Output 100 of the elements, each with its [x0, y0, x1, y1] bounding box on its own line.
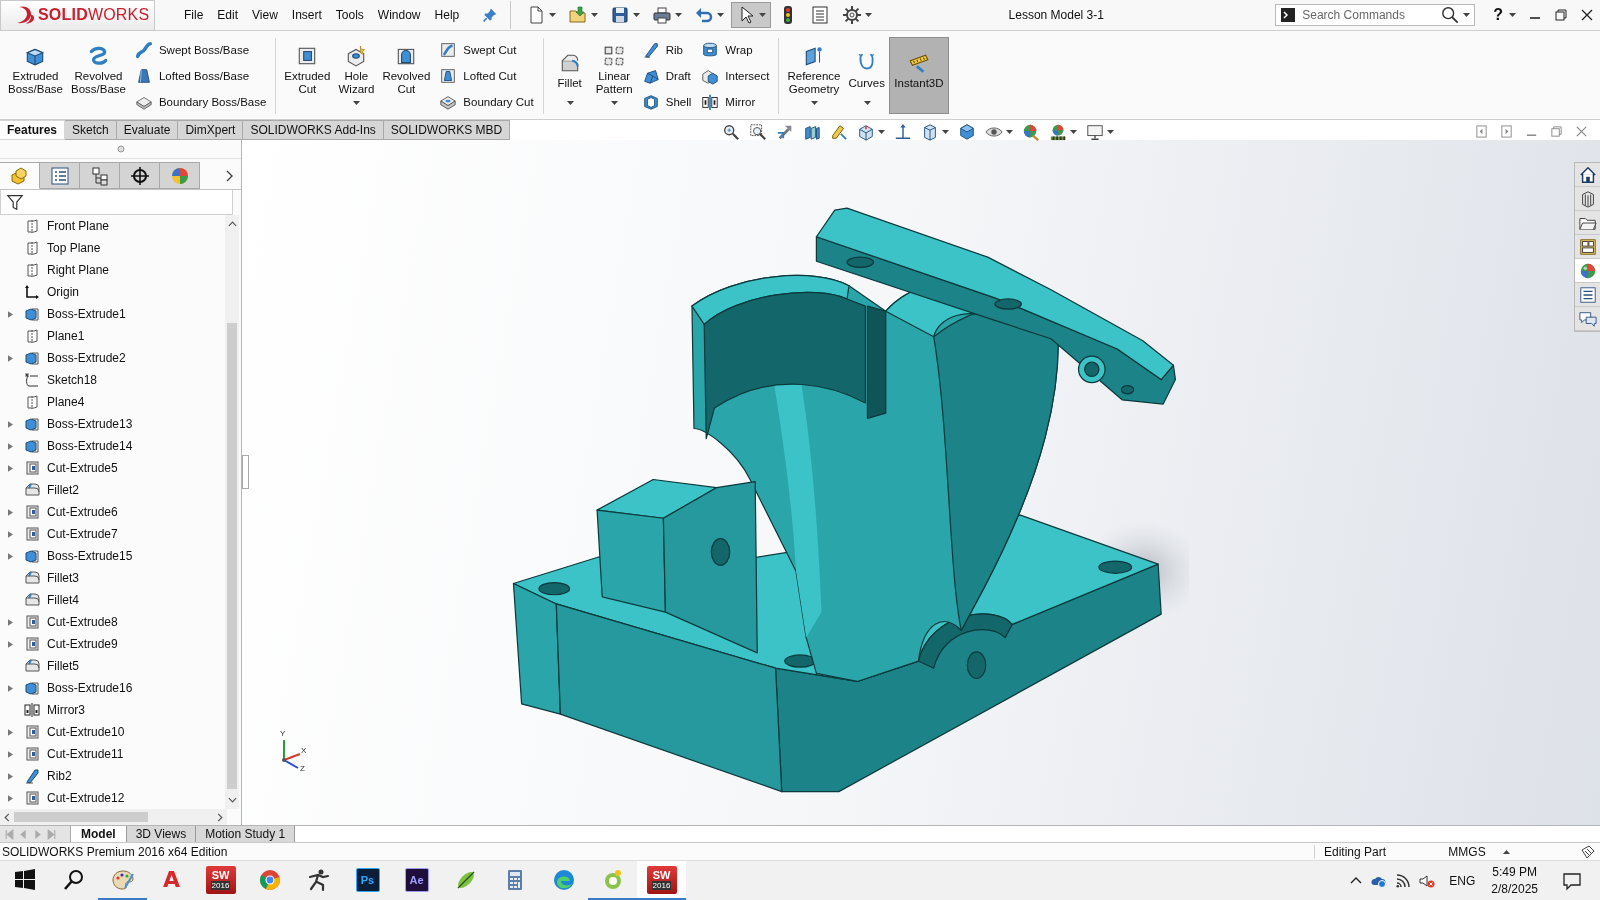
command-button[interactable]: Shell	[637, 89, 696, 115]
expand-arrow-icon[interactable]	[7, 464, 13, 472]
pin-icon[interactable]	[482, 7, 499, 23]
scene-sphere-icon[interactable]	[1049, 122, 1068, 141]
expand-arrow-icon[interactable]	[7, 684, 13, 692]
command-button[interactable]: Curves	[844, 37, 889, 114]
scrollbar-thumb[interactable]	[227, 323, 237, 789]
caret-icon[interactable]	[1463, 13, 1471, 17]
cube-icon[interactable]	[958, 122, 977, 141]
command-button[interactable]: Boundary Cut	[435, 89, 538, 115]
command-button[interactable]: Lofted Cut	[435, 63, 538, 89]
expand-arrow-icon[interactable]	[7, 618, 13, 626]
wifi-icon[interactable]	[1395, 872, 1412, 889]
zoom-fit-icon[interactable]	[722, 122, 741, 141]
muted-speaker-icon[interactable]	[1419, 872, 1436, 889]
caret-icon[interactable]	[1107, 129, 1115, 134]
tree-item[interactable]: Cut-Extrude5	[0, 457, 225, 479]
command-button[interactable]: Extruded Cut	[280, 37, 335, 114]
menu-item[interactable]: Insert	[284, 5, 329, 25]
tree-item[interactable]: Fillet3	[0, 567, 225, 589]
panel-tab[interactable]	[120, 162, 160, 189]
expand-arrow-icon[interactable]	[7, 728, 13, 736]
tree-item[interactable]: Origin	[0, 281, 225, 303]
monitor-icon[interactable]	[1086, 122, 1105, 141]
model-tab[interactable]: Motion Study 1	[196, 826, 296, 842]
close-icon[interactable]	[1580, 8, 1594, 22]
tile-right-icon[interactable]	[1500, 125, 1513, 138]
panel-handle-icon[interactable]	[116, 145, 125, 153]
tree-item[interactable]: Boss-Extrude1	[0, 303, 225, 325]
taskbar-button[interactable]: A	[147, 861, 196, 900]
expand-arrow-icon[interactable]	[7, 794, 13, 802]
tree-item[interactable]: Cut-Extrude6	[0, 501, 225, 523]
command-button[interactable]: Wrap	[697, 37, 774, 63]
command-button[interactable]: Intersect	[697, 63, 774, 89]
command-button[interactable]: Mirror	[697, 89, 774, 115]
command-tab[interactable]: SOLIDWORKS Add-Ins	[243, 120, 384, 140]
tree-item[interactable]: Fillet5	[0, 655, 225, 677]
tilted-tag-icon[interactable]	[1580, 843, 1596, 860]
command-button[interactable]: Instant3D	[888, 37, 949, 114]
command-button[interactable]: Lofted Boss/Base	[130, 63, 271, 89]
menu-item[interactable]: Window	[370, 5, 428, 25]
command-button[interactable]: Revolved Cut	[378, 37, 435, 114]
scroll-down-icon[interactable]	[227, 797, 237, 803]
caret-icon[interactable]	[878, 129, 886, 134]
tree-item[interactable]: Top Plane	[0, 237, 225, 259]
caret-icon[interactable]	[865, 13, 873, 17]
caret-icon[interactable]	[1503, 849, 1510, 854]
chevron-right-icon[interactable]	[225, 169, 233, 182]
caret-icon[interactable]	[1006, 129, 1014, 134]
scroll-right-icon[interactable]	[217, 812, 223, 822]
caret-icon[interactable]	[1509, 13, 1516, 17]
command-tab[interactable]: Sketch	[65, 120, 117, 140]
tree-item[interactable]: Boss-Extrude14	[0, 435, 225, 457]
tree-item[interactable]: Front Plane	[0, 215, 225, 237]
units-selector[interactable]: MMGS	[1439, 844, 1495, 859]
caret-icon[interactable]	[759, 13, 767, 17]
command-button[interactable]: Linear Pattern	[591, 37, 637, 114]
annotation-pencil-icon[interactable]	[830, 122, 849, 141]
scroll-up-icon[interactable]	[227, 221, 237, 227]
tree-item[interactable]: Fillet4	[0, 589, 225, 611]
caret-icon[interactable]	[675, 13, 683, 17]
tree-item[interactable]: Cut-Extrude8	[0, 611, 225, 633]
tree-item[interactable]: Boss-Extrude13	[0, 413, 225, 435]
command-button[interactable]: Fillet	[547, 37, 592, 114]
view-cube-icon[interactable]	[857, 122, 876, 141]
restore-icon[interactable]	[1554, 8, 1568, 22]
caret-icon[interactable]	[566, 101, 574, 105]
tree-item[interactable]: Cut-Extrude10	[0, 721, 225, 743]
expand-arrow-icon[interactable]	[7, 640, 13, 648]
tree-item[interactable]: Rib2	[0, 765, 225, 787]
search-bar[interactable]: Search Commands	[1275, 4, 1476, 26]
command-button[interactable]: Extruded Boss/Base	[4, 37, 67, 114]
expand-arrow-icon[interactable]	[7, 442, 13, 450]
caret-icon[interactable]	[611, 101, 619, 105]
menu-item[interactable]: Edit	[210, 5, 246, 25]
language-indicator[interactable]: ENG	[1449, 873, 1476, 888]
tree-item[interactable]: Fillet2	[0, 479, 225, 501]
expand-arrow-icon[interactable]	[7, 750, 13, 758]
taskbar-button[interactable]: SW 2016	[637, 861, 686, 900]
tree-item[interactable]: Cut-Extrude12	[0, 787, 225, 809]
tree-item[interactable]: Sketch18	[0, 369, 225, 391]
clock-time[interactable]: 5:49 PM	[1492, 863, 1537, 881]
tree-item[interactable]: Boss-Extrude16	[0, 677, 225, 699]
caret-icon[interactable]	[863, 101, 871, 105]
tile-left-icon[interactable]	[1475, 125, 1488, 138]
command-button[interactable]: Reference Geometry	[783, 37, 845, 114]
expand-arrow-icon[interactable]	[7, 508, 13, 516]
command-tab[interactable]: Evaluate	[116, 120, 179, 140]
expand-arrow-icon[interactable]	[7, 420, 13, 428]
tree-item[interactable]: Boss-Extrude15	[0, 545, 225, 567]
panel-splitter-handle[interactable]	[242, 455, 249, 489]
menu-item[interactable]: Tools	[328, 5, 371, 25]
menu-item[interactable]: View	[245, 5, 285, 25]
tree-item[interactable]: Plane1	[0, 325, 225, 347]
caret-icon[interactable]	[810, 101, 818, 105]
caret-icon[interactable]	[633, 13, 641, 17]
zoom-area-icon[interactable]	[749, 122, 768, 141]
command-prompt-icon[interactable]	[1280, 7, 1297, 23]
command-tab[interactable]: Features	[0, 120, 66, 140]
command-button[interactable]: Boundary Boss/Base	[130, 89, 271, 115]
